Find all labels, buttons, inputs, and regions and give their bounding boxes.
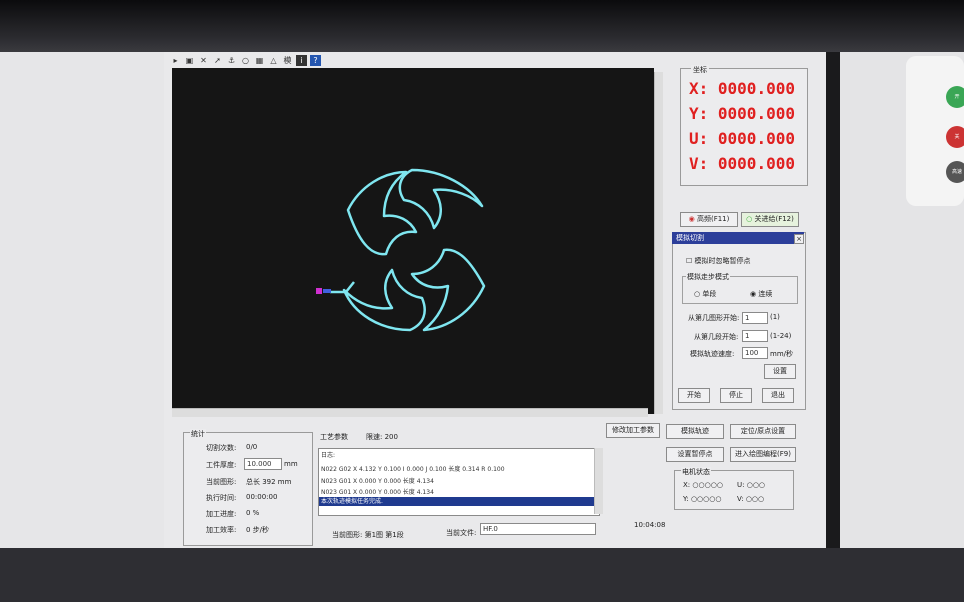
green-button[interactable]: 开: [946, 86, 964, 108]
canvas-horizontal-scrollbar[interactable]: [172, 408, 648, 417]
sim-speed-input[interactable]: 100: [742, 347, 768, 359]
radio-ring-icon: ○: [746, 215, 753, 223]
status-file-label: 当前文件:: [446, 529, 477, 537]
cut-count-value: 0/0: [246, 443, 258, 451]
radio-dot-icon: ◉: [688, 215, 695, 223]
cut-count-label: 切割次数:: [206, 444, 237, 452]
single-step-radio[interactable]: ○ 单段: [694, 289, 716, 299]
clock: 10:04:08: [634, 521, 666, 529]
open-icon[interactable]: ▸: [170, 55, 181, 66]
grid-icon[interactable]: ▦: [254, 55, 265, 66]
close-icon[interactable]: ×: [794, 234, 804, 244]
modify-params-button[interactable]: 修改加工参数: [606, 423, 660, 438]
start-segment-input[interactable]: 1: [742, 330, 768, 342]
sim-speed-unit: mm/秒: [770, 350, 793, 358]
photo-left-wall: [0, 52, 164, 548]
anchor-icon[interactable]: ⚓: [226, 55, 237, 66]
current-figure-value: 总长 392 mm: [246, 478, 292, 486]
exit-button[interactable]: 退出: [762, 388, 794, 403]
simulation-dialog-title: 模拟切割: [672, 232, 804, 244]
mode-group-label: 模拟走步模式: [686, 272, 730, 282]
info-icon[interactable]: i: [296, 54, 307, 66]
cursor-icon[interactable]: ➚: [212, 55, 223, 66]
cut-path-drawing: [316, 168, 486, 332]
sim-speed-label: 模拟轨迹速度:: [690, 350, 735, 358]
photo-top-band: [0, 0, 964, 52]
shuriken-blade-left: [346, 170, 418, 256]
start-marker-label: [323, 289, 331, 293]
locate-origin-button[interactable]: 定位/原点设置: [730, 424, 796, 439]
current-figure-label: 当前图形:: [206, 478, 237, 486]
photo-bottom-band: [0, 548, 964, 602]
set-pause-point-button[interactable]: 设置暂停点: [666, 447, 724, 462]
log-panel[interactable]: 日志: N022 G02 X 4.132 Y 0.100 I 0.000 J 0…: [318, 448, 600, 516]
current-file-field: HF.0: [480, 523, 596, 535]
log-line: N023 G01 X 0.000 Y 0.000 长度 4.134: [321, 478, 434, 485]
efficiency-label: 加工效率:: [206, 526, 237, 534]
mode-icon[interactable]: 模: [282, 55, 293, 66]
start-figure-input[interactable]: 1: [742, 312, 768, 324]
red-button[interactable]: 关: [946, 126, 964, 148]
motor-x: X: ○○○○○: [683, 481, 723, 489]
simulate-track-button[interactable]: 模拟轨迹: [666, 424, 724, 439]
thickness-label: 工件厚度:: [206, 461, 237, 469]
feed-off-button[interactable]: ○ 关进给(F12): [741, 212, 799, 227]
log-highlight: 本次轨迹模拟任务完成.: [319, 497, 597, 506]
efficiency-value: 0 步/秒: [246, 526, 270, 534]
coord-v: V: 0000.000: [689, 154, 795, 173]
toolbar: ▸ ▣ ✕ ➚ ⚓ ○ ▦ △ 模 i ?: [170, 53, 370, 67]
exec-time-label: 执行时间:: [206, 494, 237, 502]
help-icon[interactable]: ?: [310, 54, 321, 66]
log-line: N022 G02 X 4.132 Y 0.100 I 0.000 J 0.100…: [321, 466, 505, 473]
coord-u: U: 0000.000: [689, 129, 795, 148]
log-title: 日志:: [321, 452, 336, 459]
terrain-icon[interactable]: △: [268, 55, 279, 66]
progress-label: 加工进度:: [206, 510, 237, 518]
pause-checkbox[interactable]: ☐ 模拟时忽略暂停点: [686, 256, 751, 266]
statistics-panel: 统计 切割次数: 0/0 工件厚度: 10.000 mm 当前图形: 总长 39…: [183, 429, 313, 546]
thickness-input[interactable]: 10.000: [244, 458, 282, 470]
set-button[interactable]: 设置: [764, 364, 796, 379]
cut-tool-icon[interactable]: ✕: [198, 55, 209, 66]
log-scrollbar[interactable]: [594, 448, 603, 514]
start-segment-range: (1-24): [770, 332, 792, 340]
canvas-vertical-scrollbar[interactable]: [654, 72, 663, 414]
log-line: N023 G01 X 0.000 Y 0.000 长度 4.134: [321, 489, 434, 496]
continuous-radio[interactable]: ◉ 连续: [750, 289, 772, 299]
speed-limit: 限速: 200: [366, 433, 398, 441]
progress-value: 0 %: [246, 509, 260, 517]
shuriken-blade-bottom: [342, 268, 426, 332]
motor-v: V: ○○○: [737, 495, 765, 503]
motor-y: Y: ○○○○○: [683, 495, 722, 503]
save-icon[interactable]: ▣: [184, 55, 195, 66]
exec-time-value: 00:00:00: [246, 493, 278, 501]
coordinates-title: 坐标: [691, 65, 709, 75]
start-marker: [316, 288, 322, 294]
status-current-figure: 当前图形: 第1图 第1段: [332, 531, 404, 539]
monitor-bezel: [824, 52, 840, 548]
start-figure-label: 从第几图形开始:: [688, 314, 740, 322]
lead-in-line: [330, 281, 355, 294]
control-pendant: 开 关 高速: [906, 56, 964, 206]
drawing-canvas[interactable]: [172, 68, 654, 414]
coordinates-panel: 坐标 X: 0000.000 Y: 0000.000 U: 0000.000 V…: [680, 65, 808, 186]
gray-button[interactable]: 高速: [946, 161, 964, 183]
thickness-unit: mm: [284, 460, 298, 468]
process-params-label: 工艺参数: [320, 433, 348, 441]
statistics-title: 统计: [190, 429, 206, 439]
motor-status-panel: 电机状态 X: ○○○○○ U: ○○○ Y: ○○○○○ V: ○○○: [674, 467, 794, 510]
start-button[interactable]: 开始: [678, 388, 710, 403]
shuriken-blade-top: [398, 168, 484, 230]
circle-icon[interactable]: ○: [240, 55, 251, 66]
coord-x: X: 0000.000: [689, 79, 795, 98]
high-frequency-button[interactable]: ◉ 高频(F11): [680, 212, 738, 227]
enter-programming-button[interactable]: 进入绘图编程(F9): [730, 447, 796, 462]
motor-status-title: 电机状态: [681, 467, 711, 477]
coord-y: Y: 0000.000: [689, 104, 795, 123]
motor-u: U: ○○○: [737, 481, 766, 489]
start-segment-label: 从第几段开始:: [694, 333, 739, 341]
start-figure-range: (1): [770, 313, 780, 321]
stop-button[interactable]: 停止: [720, 388, 752, 403]
